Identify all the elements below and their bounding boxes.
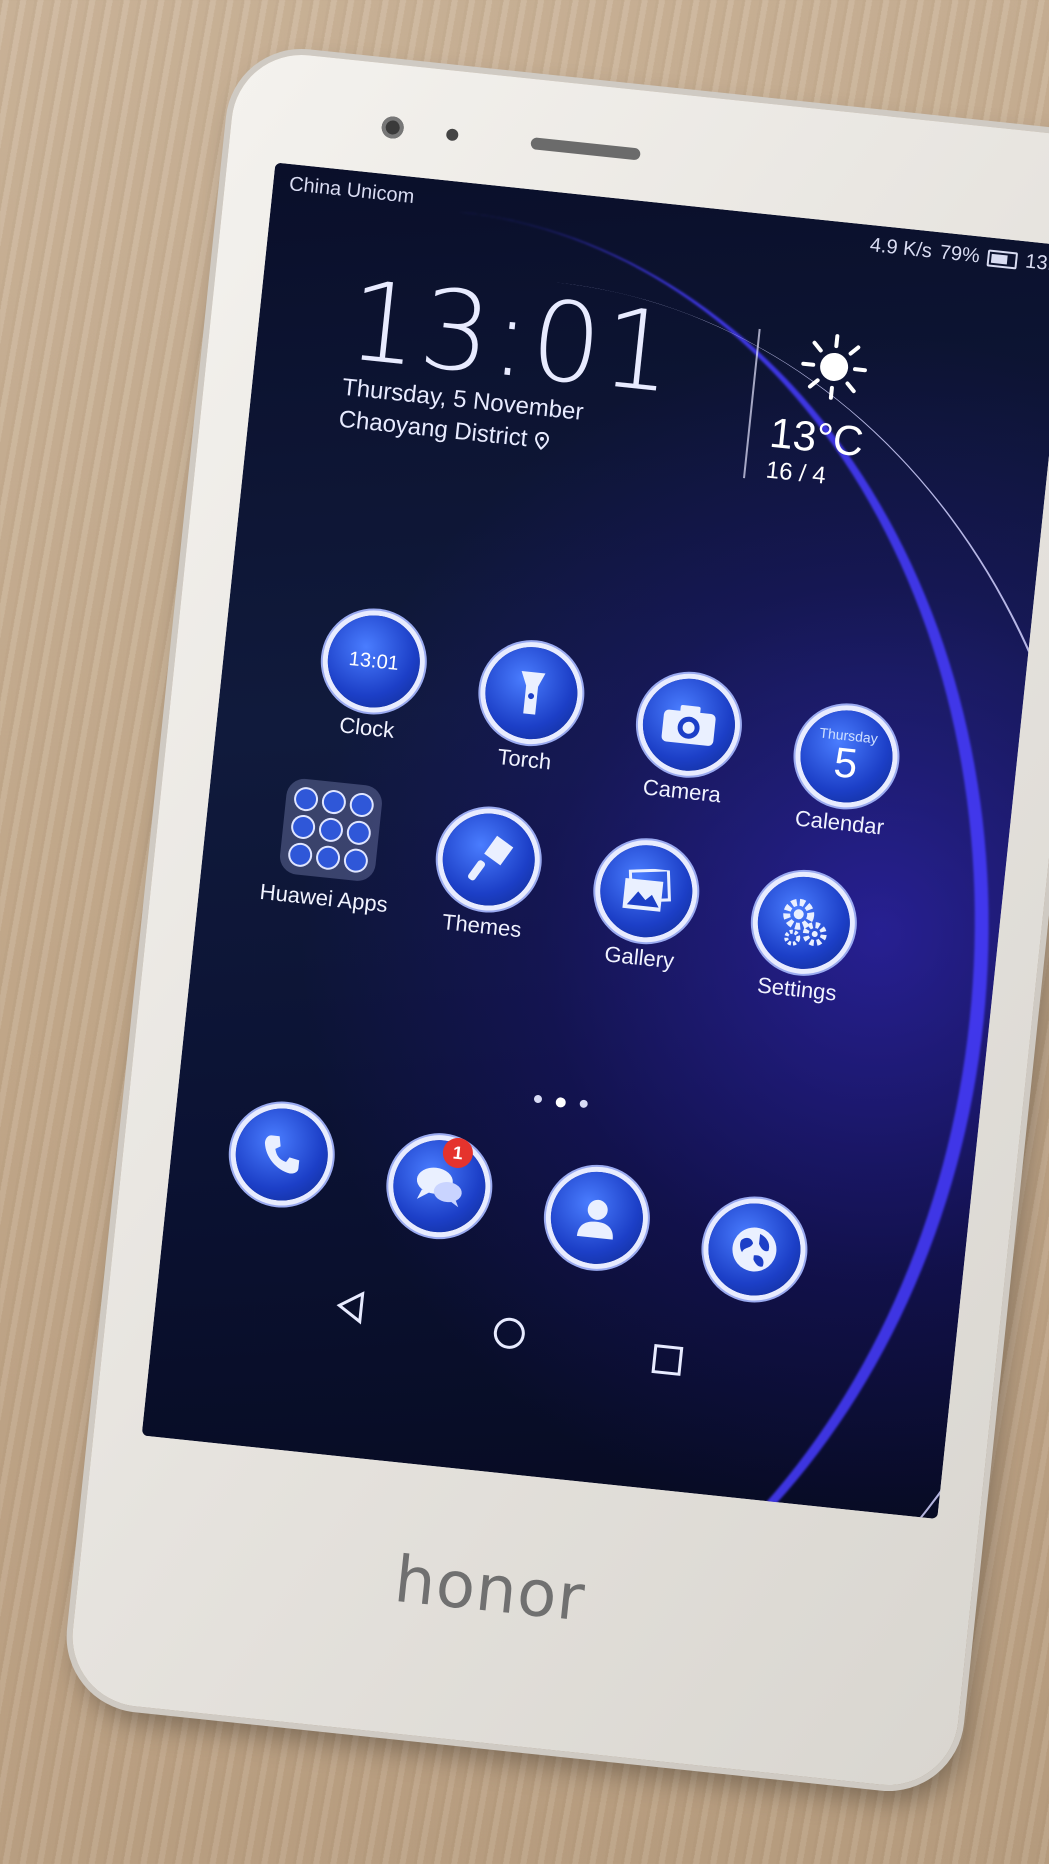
handset-glyph xyxy=(264,1135,300,1174)
recents-icon[interactable] xyxy=(645,1338,689,1382)
browser-icon xyxy=(703,1198,805,1301)
globe-glyph xyxy=(732,1227,777,1272)
gallery-glyph xyxy=(622,868,671,912)
folder-icon xyxy=(278,777,384,883)
app-camera[interactable]: Camera xyxy=(616,672,758,811)
app-torch[interactable]: Torch xyxy=(458,641,600,780)
sun-icon xyxy=(801,334,867,400)
clock-icon-time: 13:01 xyxy=(347,647,400,675)
clock-icon: 13:01 xyxy=(323,610,425,713)
network-speed: 4.9 K/s xyxy=(868,233,934,262)
settings-icon xyxy=(753,872,855,974)
app-label: Torch xyxy=(496,743,553,775)
app-settings[interactable]: Settings xyxy=(731,870,873,1009)
gears-glyph xyxy=(783,898,827,947)
widget-divider xyxy=(743,328,761,479)
calendar-icon: Thursday 5 xyxy=(795,705,898,807)
torch-icon xyxy=(480,642,582,744)
app-gallery[interactable]: Gallery xyxy=(573,839,715,978)
page-dot xyxy=(579,1099,589,1109)
dock-contacts[interactable] xyxy=(527,1165,667,1278)
phone-icon xyxy=(231,1103,333,1206)
app-huawei-apps[interactable]: Huawei Apps xyxy=(258,775,401,918)
torch-glyph xyxy=(521,670,546,715)
home-icon[interactable] xyxy=(487,1311,531,1355)
battery-percent: 79% xyxy=(938,240,981,268)
battery-icon xyxy=(986,248,1019,269)
chat-bubbles-glyph xyxy=(416,1167,462,1208)
app-themes[interactable]: Themes xyxy=(416,807,558,946)
dock-browser[interactable] xyxy=(684,1197,824,1310)
location-pin-icon xyxy=(535,431,550,451)
dock-messages[interactable]: 1 xyxy=(369,1134,509,1247)
phone: China Unicom 4.9 K/s 79% 13: 13:01 Thurs… xyxy=(65,48,1049,1792)
carrier-label: China Unicom xyxy=(288,172,416,208)
calendar-date: 5 xyxy=(831,738,860,788)
camera-icon xyxy=(638,674,740,776)
status-indicators: 4.9 K/s 79% 13: xyxy=(869,234,1049,276)
themes-icon xyxy=(438,809,540,911)
home-screen: China Unicom 4.9 K/s 79% 13: 13:01 Thurs… xyxy=(141,162,1049,1520)
app-calendar[interactable]: Thursday 5 Calendar xyxy=(773,704,915,843)
gallery-icon xyxy=(595,840,697,942)
contacts-icon xyxy=(546,1167,648,1269)
page-dot xyxy=(533,1094,543,1104)
dock-phone[interactable] xyxy=(211,1102,351,1215)
back-icon[interactable] xyxy=(329,1285,373,1329)
page-dot-active xyxy=(555,1096,567,1108)
camera-glyph xyxy=(661,705,716,746)
status-time: 13: xyxy=(1024,249,1049,275)
messages-icon: 1 xyxy=(388,1135,490,1237)
app-label: Clock xyxy=(338,712,396,743)
weather-block: 13°C 16 / 4 xyxy=(764,326,960,503)
app-clock[interactable]: 13:01 Clock xyxy=(301,609,443,748)
brush-glyph xyxy=(468,835,514,881)
person-glyph xyxy=(576,1199,613,1240)
